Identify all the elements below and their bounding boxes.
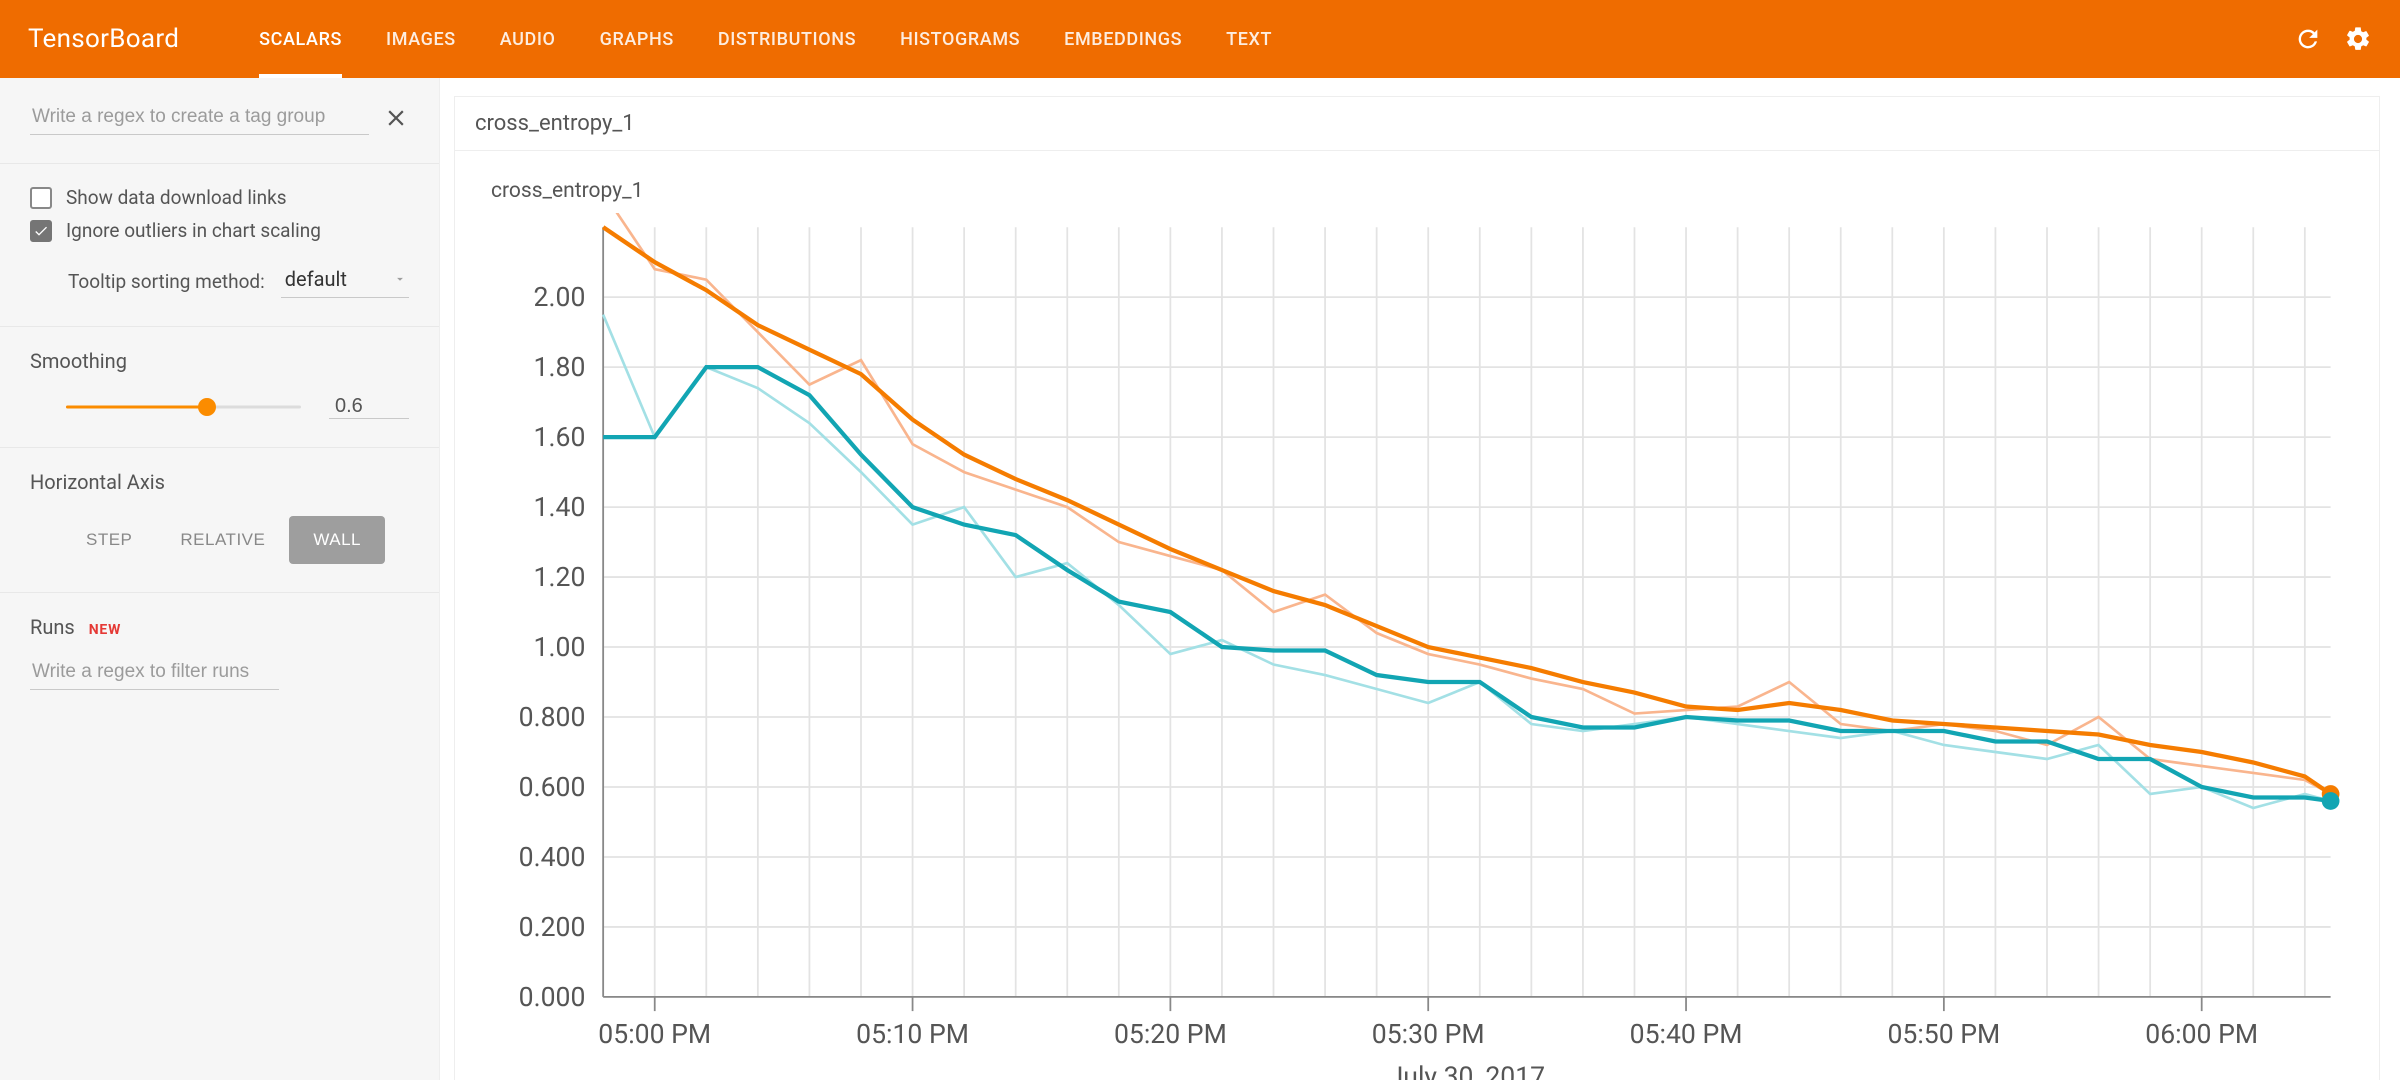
app-title: TensorBoard [28,24,179,54]
axis-button-group: STEPRELATIVEWALL [62,516,385,564]
svg-text:05:10 PM: 05:10 PM [856,1019,969,1050]
tag-filter-input[interactable] [30,100,369,135]
axis-title: Horizontal Axis [30,470,409,494]
panel-header[interactable]: cross_entropy_1 [455,97,2379,151]
runs-new-badge: NEW [89,622,121,638]
runs-filter-input[interactable] [30,655,279,690]
tab-audio[interactable]: AUDIO [500,0,556,78]
tooltip-sort-label: Tooltip sorting method: [68,270,265,293]
tooltip-sort-select[interactable]: default [281,264,409,298]
scalar-panel: cross_entropy_1 cross_entropy_1 0.000 0.2… [454,96,2380,1080]
svg-text:05:20 PM: 05:20 PM [1114,1019,1227,1050]
close-icon[interactable] [383,105,409,131]
checkbox-icon [30,220,52,242]
header-icons [2294,25,2372,53]
svg-text:1.60: 1.60 [534,422,586,453]
settings-gear-icon[interactable] [2344,25,2372,53]
svg-text:July 30, 2017: July 30, 2017 [1389,1062,1546,1080]
chevron-down-icon [393,272,407,286]
smoothing-slider[interactable] [66,397,301,417]
primary-tabs: SCALARS IMAGES AUDIO GRAPHS DISTRIBUTIONS HIS… [259,0,2294,78]
app-root: TensorBoard SCALARS IMAGES AUDIO GRAPHS DIST… [0,0,2400,1080]
refresh-icon[interactable] [2294,25,2322,53]
smoothing-title: Smoothing [30,349,409,373]
svg-text:05:50 PM: 05:50 PM [1887,1019,2000,1050]
svg-text:0.200: 0.200 [519,912,586,943]
axis-button-relative[interactable]: RELATIVE [156,516,289,564]
tab-embeddings[interactable]: EMBEDDINGS [1064,0,1182,78]
show-download-option[interactable]: Show data download links [30,186,409,209]
svg-text:1.40: 1.40 [534,492,586,523]
svg-text:05:40 PM: 05:40 PM [1630,1019,1743,1050]
show-download-label: Show data download links [66,186,287,209]
options-section: Show data download links Ignore outliers… [0,164,439,327]
svg-text:0.800: 0.800 [519,702,586,733]
axis-button-wall[interactable]: WALL [289,516,385,564]
body: Show data download links Ignore outliers… [0,78,2400,1080]
tab-text[interactable]: TEXT [1226,0,1272,78]
tab-graphs[interactable]: GRAPHS [600,0,674,78]
runs-title: Runs [30,615,75,639]
tooltip-sort-value: default [285,267,347,291]
chart-title: cross_entropy_1 [455,151,2379,209]
tab-images[interactable]: IMAGES [386,0,456,78]
axis-button-step[interactable]: STEP [62,516,156,564]
tab-histograms[interactable]: HISTOGRAMS [900,0,1020,78]
tab-distributions[interactable]: DISTRIBUTIONS [718,0,856,78]
svg-text:05:30 PM: 05:30 PM [1372,1019,1485,1050]
svg-text:0.400: 0.400 [519,842,586,873]
svg-text:05:00 PM: 05:00 PM [598,1019,711,1050]
tag-filter-section [0,78,439,164]
checkbox-icon [30,187,52,209]
axis-section: Horizontal Axis STEPRELATIVEWALL [0,448,439,593]
svg-text:06:00 PM: 06:00 PM [2145,1019,2258,1050]
svg-text:1.00: 1.00 [534,632,586,663]
sidebar: Show data download links Ignore outliers… [0,78,440,1080]
main-content: cross_entropy_1 cross_entropy_1 0.000 0.2… [440,78,2400,1080]
svg-text:2.00: 2.00 [534,282,586,313]
line-chart[interactable]: 0.000 0.200 0.400 0.600 0.800 1.00 1.20 1.40 1.6… [479,213,2359,1080]
svg-text:0.000: 0.000 [519,982,586,1013]
smoothing-section: Smoothing [0,327,439,448]
svg-text:1.20: 1.20 [534,562,586,593]
runs-section: Runs NEW [0,593,439,718]
ignore-outliers-label: Ignore outliers in chart scaling [66,219,321,242]
svg-text:0.600: 0.600 [519,772,586,803]
header-bar: TensorBoard SCALARS IMAGES AUDIO GRAPHS DIST… [0,0,2400,78]
svg-text:1.80: 1.80 [534,352,586,383]
smoothing-value-input[interactable] [329,395,409,419]
tab-scalars[interactable]: SCALARS [259,0,342,78]
ignore-outliers-option[interactable]: Ignore outliers in chart scaling [30,219,409,242]
